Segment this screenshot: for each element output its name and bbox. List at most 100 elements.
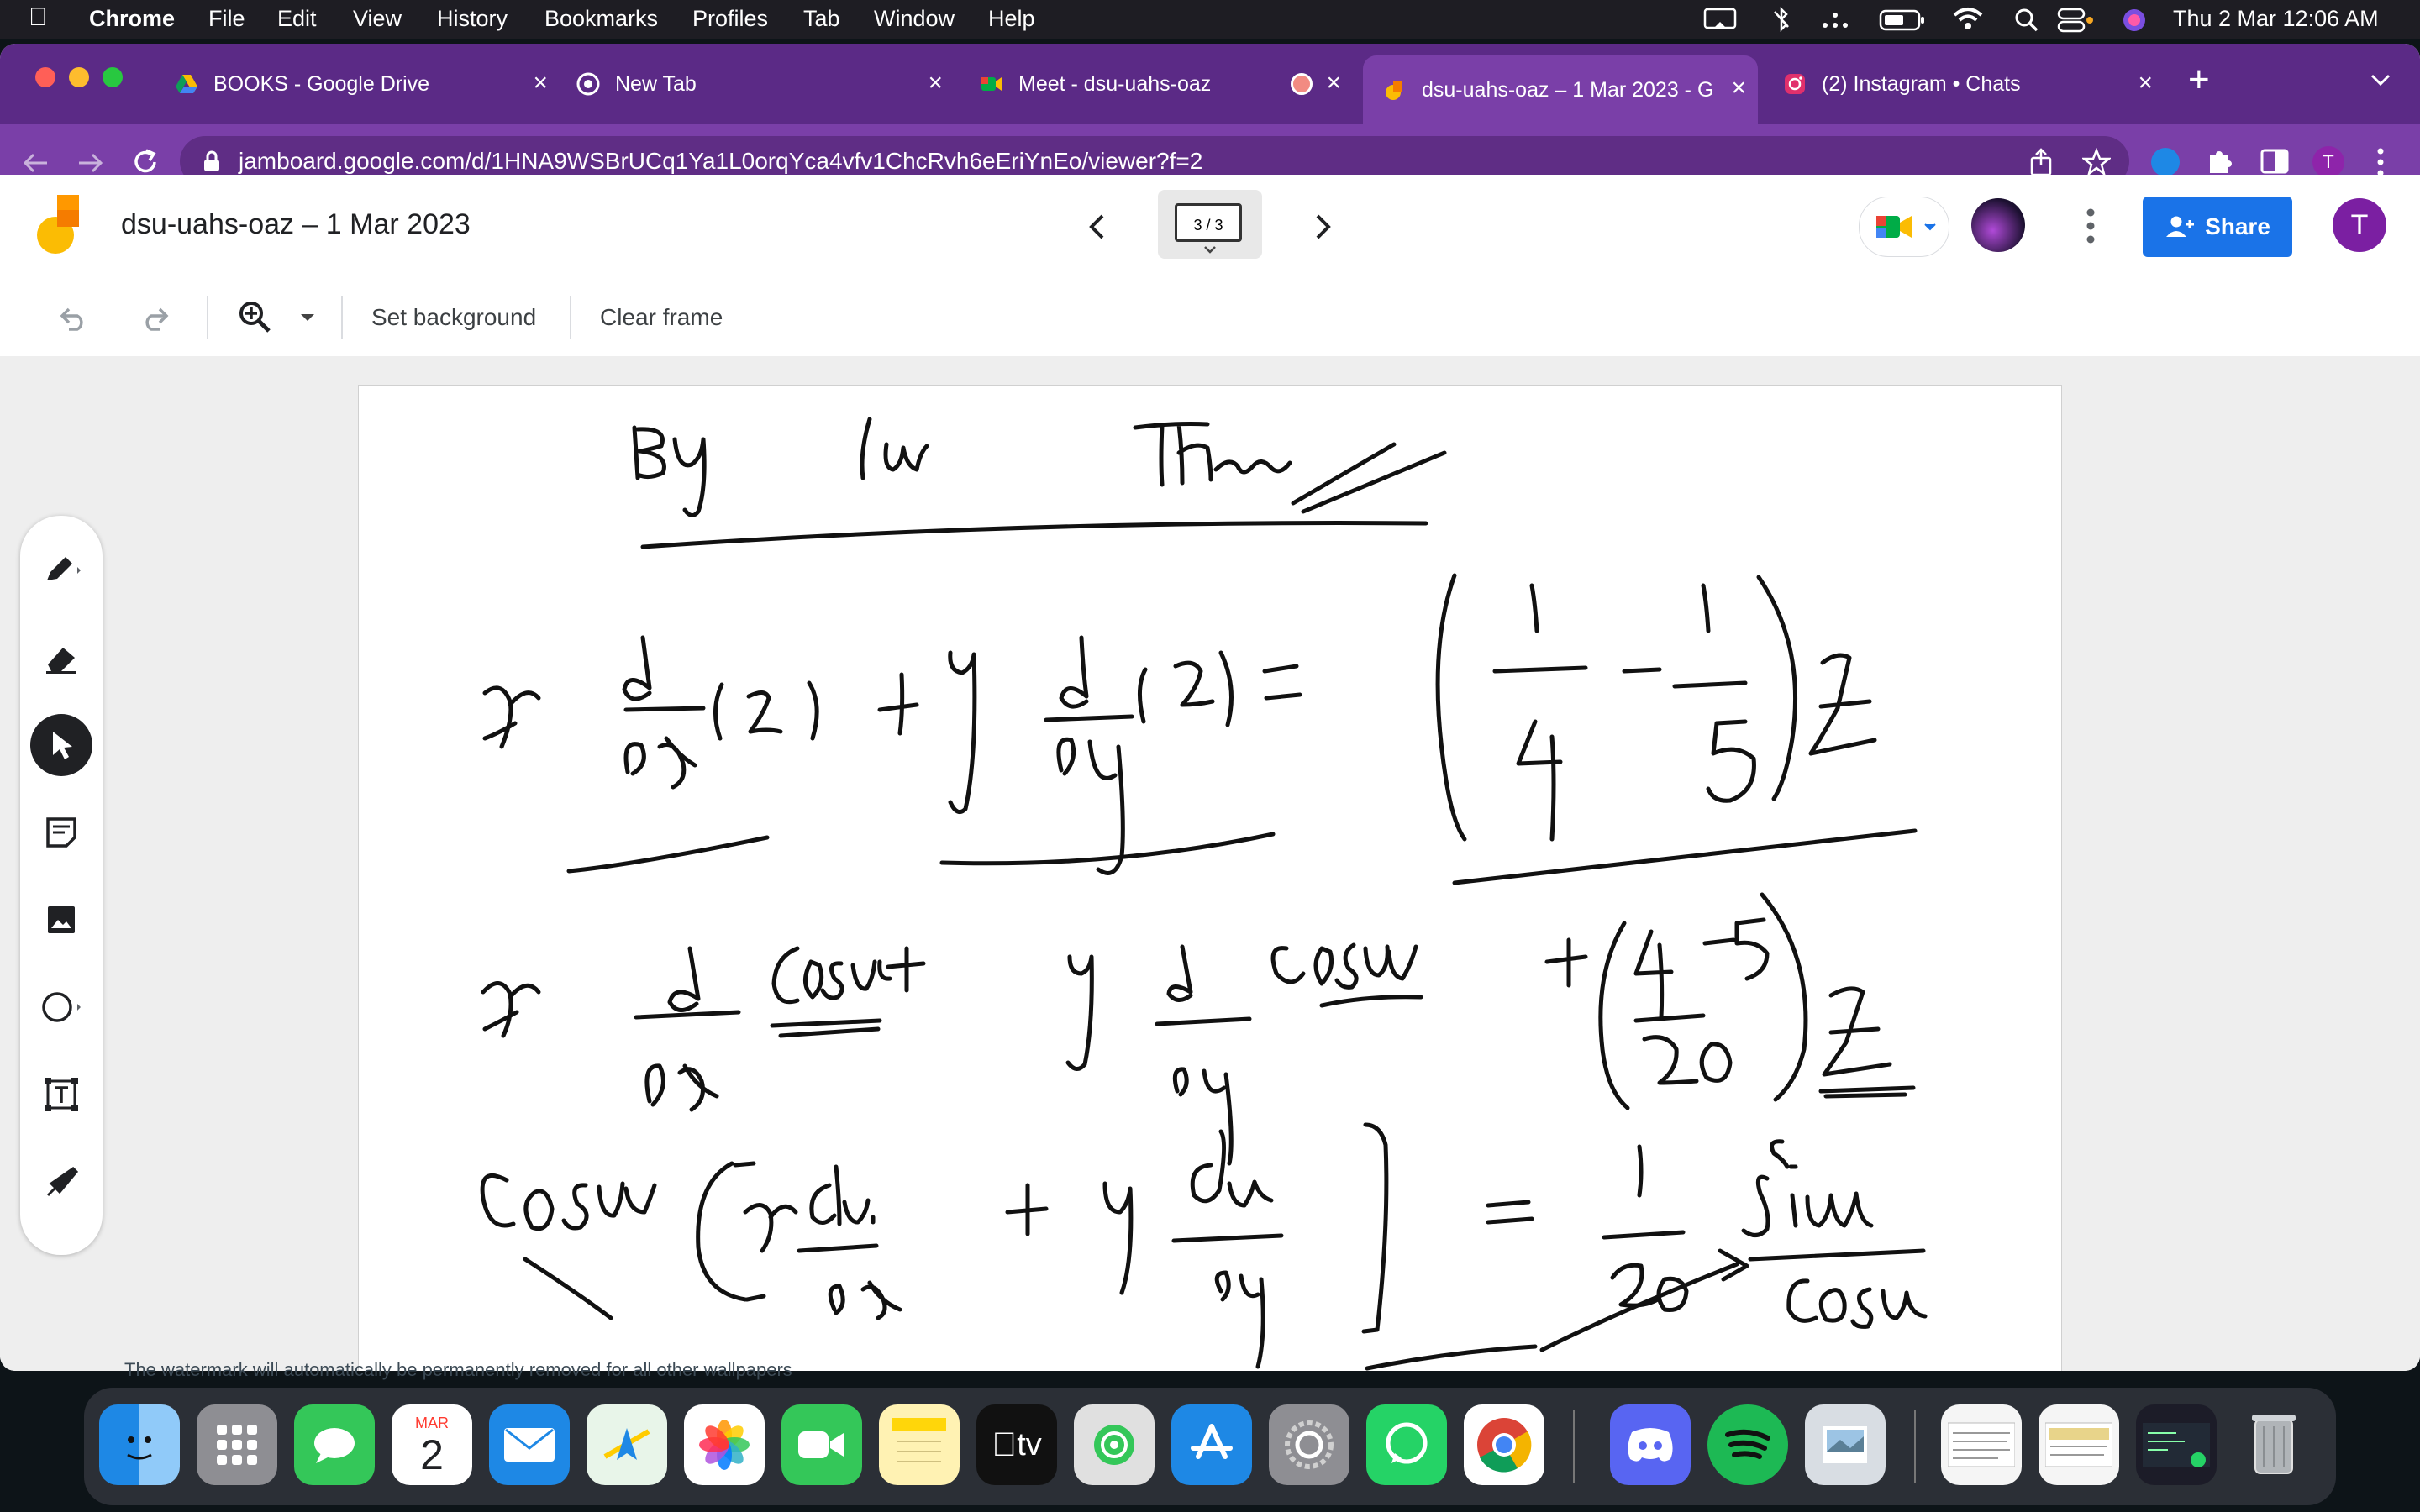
facetime-icon[interactable] [781, 1404, 862, 1485]
maps-icon[interactable] [587, 1404, 667, 1485]
bluetooth-off-icon[interactable] [1768, 7, 1793, 32]
app-store-icon[interactable] [1171, 1404, 1252, 1485]
menu-app-name[interactable]: Chrome [89, 6, 175, 32]
menu-edit[interactable]: Edit [277, 6, 317, 32]
recording-indicator-icon [1291, 73, 1313, 95]
tab-instagram[interactable]: (2) Instagram • Chats × [1783, 62, 2153, 106]
lock-icon[interactable] [202, 150, 222, 173]
select-tool-button[interactable] [30, 714, 92, 776]
menu-file[interactable]: File [208, 6, 245, 32]
whiteboard-frame[interactable] [358, 385, 2062, 1371]
eraser-tool-button[interactable] [30, 627, 92, 689]
tab-books-drive[interactable]: BOOKS - Google Drive × [175, 62, 548, 106]
menu-view[interactable]: View [353, 6, 402, 32]
control-center-icon[interactable] [2057, 7, 2094, 34]
recent-window-thumbnail[interactable] [2136, 1404, 2217, 1485]
new-tab-plus-icon[interactable]: + [2188, 59, 2210, 101]
menu-bookmarks[interactable]: Bookmarks [544, 6, 658, 32]
set-background-button[interactable]: Set background [371, 304, 536, 331]
zoom-in-icon[interactable] [237, 299, 274, 336]
messages-icon[interactable] [294, 1404, 375, 1485]
bookmark-star-icon[interactable] [2082, 148, 2111, 176]
spotlight-search-icon[interactable] [2013, 7, 2040, 34]
window-close-button[interactable] [35, 67, 55, 87]
menu-clock[interactable]: Thu 2 Mar 12:06 AM [2173, 6, 2379, 32]
meet-present-button[interactable] [1859, 197, 1949, 257]
menu-window[interactable]: Window [874, 6, 955, 32]
tab-close-icon[interactable]: × [2138, 69, 2153, 97]
previous-frame-chevron-icon[interactable] [1084, 212, 1109, 242]
wifi-icon[interactable] [1951, 5, 1985, 32]
apple-icon[interactable]:  [29, 3, 48, 32]
window-minimize-button[interactable] [69, 67, 89, 87]
next-frame-chevron-icon[interactable] [1311, 212, 1336, 242]
jamboard-header: dsu-uahs-oaz – 1 Mar 2023 3 / 3 Share T [0, 175, 2420, 280]
recent-document-thumbnail[interactable] [2039, 1404, 2119, 1485]
shazam-extension-icon[interactable] [2151, 148, 2180, 176]
undo-icon[interactable] [57, 304, 91, 331]
shape-tool-button[interactable] [30, 976, 92, 1038]
frame-bar-toggle[interactable]: 3 / 3 [1158, 190, 1262, 259]
menu-profiles[interactable]: Profiles [692, 6, 768, 32]
laser-tool-button[interactable] [30, 1151, 92, 1213]
menu-tab[interactable]: Tab [803, 6, 840, 32]
zoom-dropdown-caret-icon[interactable] [299, 312, 316, 323]
find-my-icon[interactable] [1074, 1404, 1155, 1485]
tab-close-icon[interactable]: × [1326, 69, 1341, 97]
tab-search-chevron-icon[interactable] [2370, 72, 2391, 87]
photos-icon[interactable] [684, 1404, 765, 1485]
share-page-icon[interactable] [2028, 148, 2054, 176]
tab-close-icon[interactable]: × [533, 69, 548, 97]
recent-document-thumbnail[interactable] [1941, 1404, 2022, 1485]
tab-new-tab[interactable]: New Tab × [576, 62, 943, 106]
account-avatar[interactable]: T [2333, 198, 2386, 252]
sticky-note-tool-button[interactable] [30, 801, 92, 864]
tab-title: New Tab [615, 71, 697, 96]
share-button[interactable]: Share [2143, 197, 2292, 257]
tab-jamboard-active[interactable]: dsu-uahs-oaz – 1 Mar 2023 - G × [1363, 55, 1758, 124]
forward-arrow-icon[interactable] [76, 150, 106, 176]
clear-frame-button[interactable]: Clear frame [600, 304, 723, 331]
system-settings-icon[interactable] [1269, 1404, 1349, 1485]
dots-status-icon[interactable] [1820, 8, 1854, 30]
profile-avatar[interactable]: T [2312, 146, 2344, 178]
google-drive-icon [176, 75, 197, 93]
window-zoom-button[interactable] [103, 67, 123, 87]
siri-icon[interactable] [2121, 7, 2148, 34]
tab-meet[interactable]: Meet - dsu-uahs-oaz × [980, 62, 1341, 106]
apple-tv-icon[interactable]: tv [976, 1404, 1057, 1485]
pen-tool-button[interactable] [30, 538, 92, 600]
image-tool-button[interactable] [30, 889, 92, 951]
screen-mirror-icon[interactable] [1702, 7, 1738, 32]
reload-icon[interactable] [131, 148, 160, 176]
whatsapp-icon[interactable] [1366, 1404, 1447, 1485]
mail-icon[interactable] [489, 1404, 570, 1485]
preview-icon[interactable] [1805, 1404, 1886, 1485]
tab-close-icon[interactable]: × [1731, 74, 1746, 102]
menu-help[interactable]: Help [988, 6, 1035, 32]
collaborator-avatar[interactable] [1971, 198, 2025, 252]
notes-icon[interactable] [879, 1404, 960, 1485]
spotify-icon[interactable] [1707, 1404, 1788, 1485]
back-arrow-icon[interactable] [20, 150, 50, 176]
menu-history[interactable]: History [437, 6, 508, 32]
jam-title[interactable]: dsu-uahs-oaz – 1 Mar 2023 [121, 208, 471, 241]
tab-close-icon[interactable]: × [928, 69, 943, 97]
discord-icon[interactable] [1610, 1404, 1691, 1485]
launchpad-icon[interactable] [197, 1404, 277, 1485]
google-chrome-icon[interactable] [1464, 1404, 1544, 1485]
trash-icon[interactable] [2233, 1404, 2314, 1485]
frame-indicator: 3 / 3 [1175, 203, 1242, 242]
redo-icon[interactable] [138, 304, 171, 331]
google-meet-icon [981, 77, 1002, 91]
finder-icon[interactable] [99, 1404, 180, 1485]
chrome-menu-kebab-icon[interactable] [2375, 146, 2386, 178]
extensions-puzzle-icon[interactable] [2205, 146, 2235, 176]
text-box-tool-button[interactable] [30, 1063, 92, 1126]
side-panel-icon[interactable] [2260, 148, 2289, 175]
mac-dock: MAR 2 tv [84, 1388, 2336, 1505]
battery-icon[interactable] [1879, 8, 1926, 32]
wallpaper-watermark-note: The watermark will automatically be perm… [124, 1359, 792, 1380]
more-options-kebab-icon[interactable] [2084, 205, 2097, 247]
calendar-icon[interactable]: MAR 2 [392, 1404, 472, 1485]
